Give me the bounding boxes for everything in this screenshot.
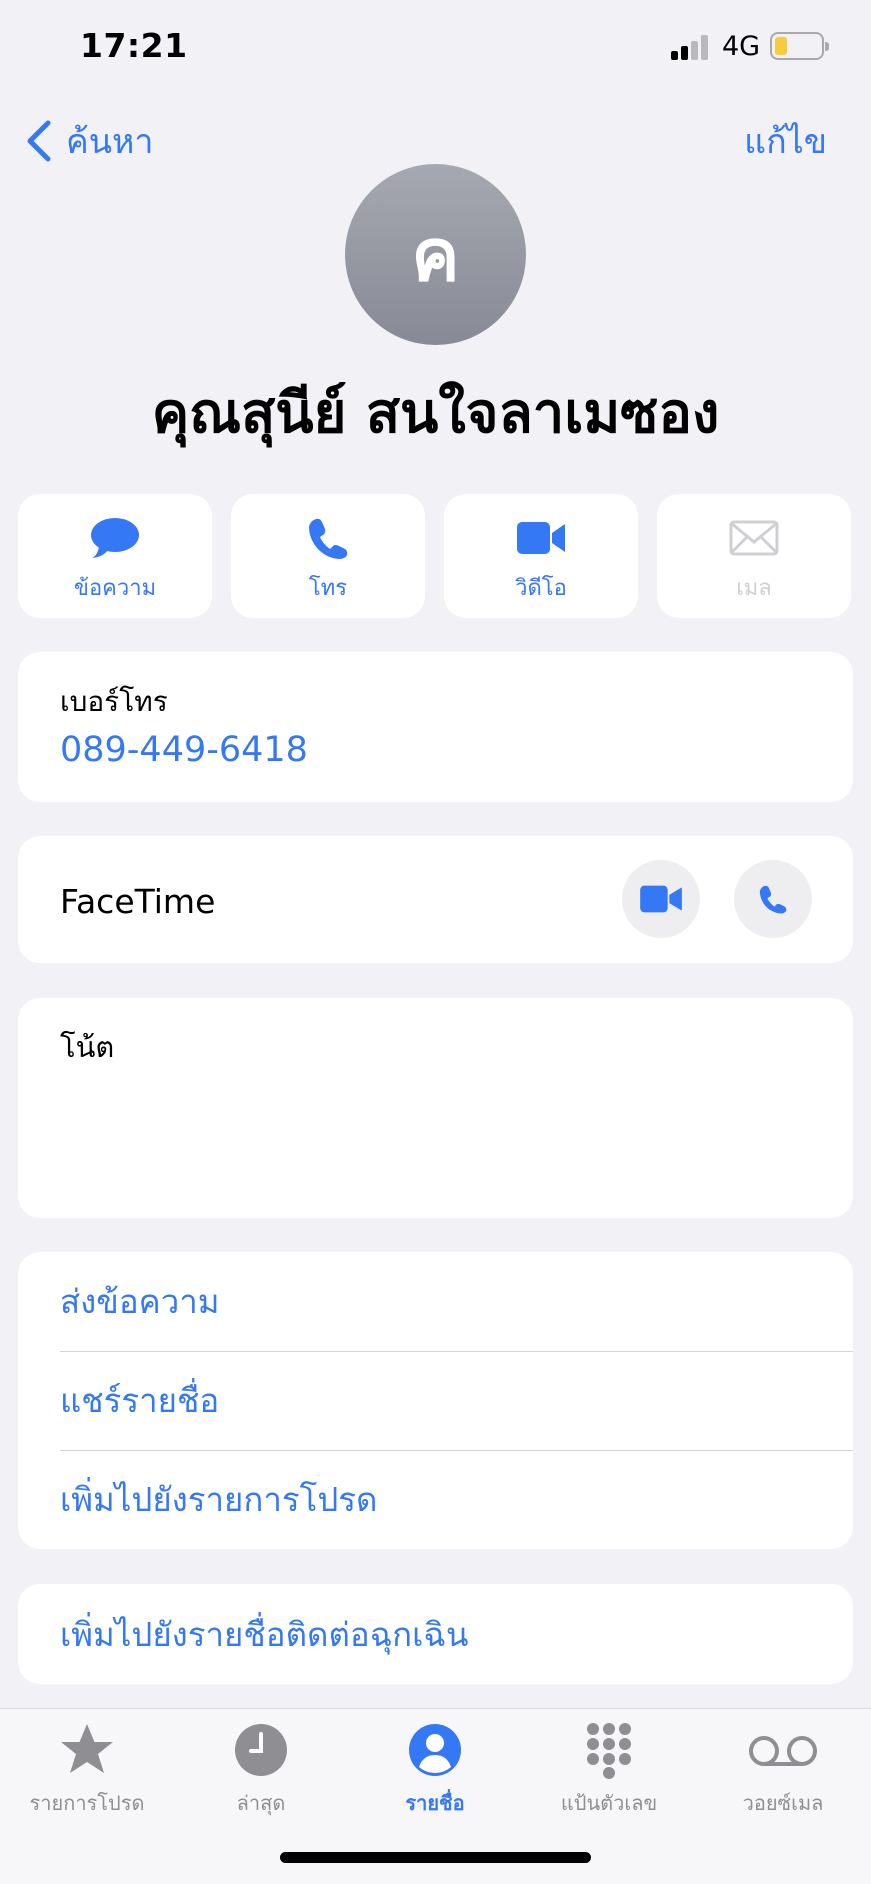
contact-name: คุณสุนีย์ สนใจลาเมซอง bbox=[151, 381, 720, 446]
tab-voicemail[interactable]: วอยซ์เมล bbox=[696, 1721, 870, 1819]
phone-caption: เบอร์โทร bbox=[60, 685, 168, 718]
phone-card[interactable]: เบอร์โทร 089-449-6418 bbox=[18, 652, 853, 802]
avatar: ค bbox=[345, 164, 526, 345]
network-type: 4G bbox=[722, 31, 761, 62]
back-label: ค้นหา bbox=[66, 122, 154, 162]
tab-keypad-label: แป้นตัวเลข bbox=[560, 1791, 658, 1815]
add-to-favorites-row[interactable]: เพิ่มไปยังรายการโปรด bbox=[60, 1450, 853, 1549]
edit-button[interactable]: แก้ไข bbox=[744, 114, 827, 168]
person-circle-icon bbox=[409, 1724, 461, 1776]
avatar-initial: ค bbox=[411, 213, 460, 297]
video-action-button[interactable]: วิดีโอ bbox=[444, 494, 638, 618]
facetime-card: FaceTime bbox=[18, 836, 853, 963]
facetime-audio-button[interactable] bbox=[734, 860, 812, 938]
emergency-card: เพิ่มไปยังรายชื่อติดต่อฉุกเฉิน bbox=[18, 1584, 853, 1684]
clock-icon bbox=[235, 1724, 287, 1776]
call-action-label: โทร bbox=[308, 576, 348, 601]
video-icon bbox=[640, 885, 682, 913]
message-icon bbox=[91, 518, 139, 558]
chevron-left-icon bbox=[27, 120, 51, 162]
phone-icon bbox=[759, 885, 787, 914]
facetime-label: FaceTime bbox=[60, 882, 216, 921]
video-action-label: วิดีโอ bbox=[515, 576, 567, 601]
keypad-icon bbox=[587, 1723, 631, 1779]
tab-contacts[interactable]: รายชื่อ bbox=[348, 1721, 522, 1819]
contact-detail-screen: 17:21 4G ค้นหา แก้ไข ค คุณสุนีย์ สนใจลาเ… bbox=[0, 0, 871, 1884]
phone-number-link[interactable]: 089-449-6418 bbox=[60, 730, 308, 770]
message-action-label: ข้อความ bbox=[73, 576, 157, 601]
home-indicator[interactable] bbox=[280, 1852, 591, 1863]
facetime-video-button[interactable] bbox=[622, 860, 700, 938]
video-icon bbox=[517, 522, 565, 554]
notes-card[interactable]: โน้ต bbox=[18, 998, 853, 1218]
mail-action-label: เมล bbox=[736, 576, 772, 601]
tab-favorites[interactable]: รายการโปรด bbox=[0, 1721, 174, 1819]
phone-icon bbox=[309, 518, 348, 559]
tab-favorites-label: รายการโปรด bbox=[29, 1791, 145, 1815]
tab-recents[interactable]: ล่าสุด bbox=[174, 1721, 348, 1819]
share-contact-row[interactable]: แชร์รายชื่อ bbox=[60, 1351, 853, 1450]
mail-action-button[interactable]: เมล bbox=[657, 494, 851, 618]
tab-contacts-label: รายชื่อ bbox=[405, 1791, 465, 1815]
message-action-button[interactable]: ข้อความ bbox=[18, 494, 212, 618]
call-action-button[interactable]: โทร bbox=[231, 494, 425, 618]
tab-keypad[interactable]: แป้นตัวเลข bbox=[522, 1721, 696, 1819]
options-card: ส่งข้อความ แชร์รายชื่อ เพิ่มไปยังรายการโ… bbox=[18, 1252, 853, 1549]
tab-recents-label: ล่าสุด bbox=[236, 1791, 286, 1815]
notes-label: โน้ต bbox=[60, 1030, 115, 1064]
tab-voicemail-label: วอยซ์เมล bbox=[742, 1791, 824, 1815]
voicemail-icon bbox=[749, 1736, 817, 1766]
mail-icon bbox=[729, 520, 779, 556]
send-message-row[interactable]: ส่งข้อความ bbox=[60, 1252, 853, 1351]
star-icon bbox=[61, 1724, 113, 1773]
back-button[interactable]: ค้นหา bbox=[24, 114, 154, 168]
add-emergency-contact-row[interactable]: เพิ่มไปยังรายชื่อติดต่อฉุกเฉิน bbox=[60, 1584, 853, 1684]
status-time: 17:21 bbox=[80, 26, 188, 65]
signal-strength-icon bbox=[671, 34, 711, 60]
battery-icon bbox=[770, 32, 829, 60]
